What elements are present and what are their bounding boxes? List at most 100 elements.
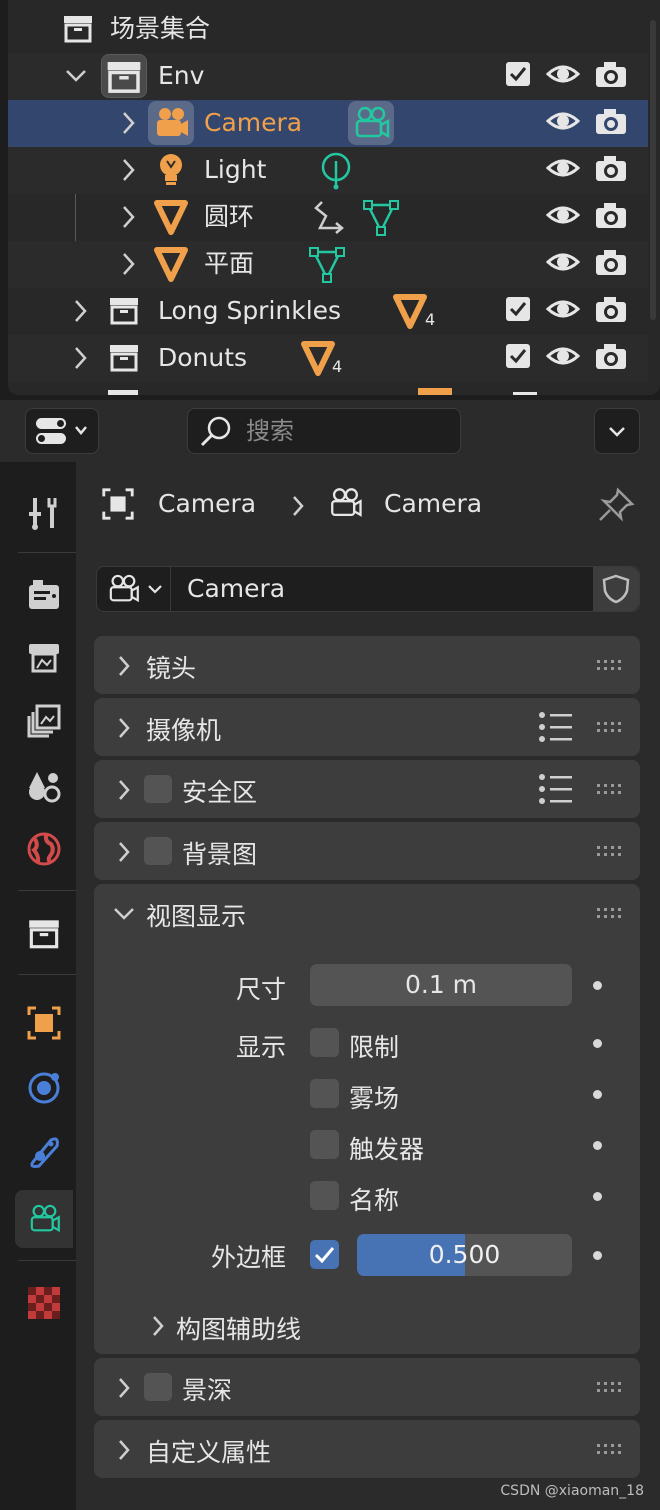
subpanel-composition-guides[interactable]: 构图辅助线 bbox=[144, 1304, 604, 1348]
modifier-icon[interactable] bbox=[312, 198, 350, 236]
limits-checkbox[interactable] bbox=[310, 1028, 339, 1057]
chevron-right-icon[interactable] bbox=[116, 157, 140, 183]
panel-background-images[interactable]: 背景图 bbox=[94, 822, 640, 880]
camera-render-icon[interactable] bbox=[594, 202, 628, 230]
checkbox-checked-icon[interactable] bbox=[505, 296, 531, 322]
drag-handle-icon[interactable] bbox=[596, 907, 624, 919]
mesh-data-icon[interactable] bbox=[308, 245, 346, 283]
tab-output[interactable] bbox=[15, 628, 73, 686]
tab-render[interactable] bbox=[15, 566, 73, 624]
chevron-right-icon[interactable] bbox=[68, 345, 92, 371]
panel-lens[interactable]: 镜头 bbox=[94, 636, 640, 694]
editor-type-button[interactable] bbox=[25, 408, 99, 454]
mist-label: 雾场 bbox=[349, 1084, 400, 1113]
mist-checkbox[interactable] bbox=[310, 1079, 339, 1108]
panel-viewport-display-header[interactable]: 视图显示 bbox=[94, 884, 640, 942]
tab-scene[interactable] bbox=[15, 756, 73, 814]
tab-physics[interactable] bbox=[15, 1058, 73, 1116]
tab-collection[interactable] bbox=[15, 904, 73, 962]
outliner-row-long-sprinkles[interactable]: Long Sprinkles 4 bbox=[8, 288, 648, 335]
keyframe-dot[interactable] bbox=[593, 1039, 602, 1048]
tab-tool[interactable] bbox=[15, 484, 73, 542]
chevron-right-icon[interactable] bbox=[116, 251, 140, 277]
outliner-row-donuts[interactable]: Donuts 4 bbox=[8, 335, 648, 382]
camera-render-icon[interactable] bbox=[594, 296, 628, 324]
keyframe-dot[interactable] bbox=[593, 1090, 602, 1099]
eye-icon[interactable] bbox=[546, 108, 580, 134]
mesh-data-icon[interactable] bbox=[362, 198, 400, 236]
options-dropdown-button[interactable] bbox=[594, 408, 640, 454]
panel-depth-of-field[interactable]: 景深 bbox=[94, 1358, 640, 1416]
presets-list-icon[interactable] bbox=[538, 773, 574, 805]
camera-render-icon[interactable] bbox=[594, 343, 628, 371]
outliner-row-env[interactable]: Env bbox=[8, 53, 648, 100]
outliner-row-camera[interactable]: Camera bbox=[8, 100, 648, 147]
keyframe-dot[interactable] bbox=[593, 1251, 602, 1260]
breadcrumb-data: Camera bbox=[384, 489, 483, 518]
dof-checkbox[interactable] bbox=[144, 1373, 172, 1401]
datablock-name-field[interactable]: Camera bbox=[187, 574, 285, 603]
name-checkbox[interactable] bbox=[310, 1181, 339, 1210]
pin-icon[interactable] bbox=[596, 486, 636, 524]
mesh-object-icon[interactable] bbox=[300, 339, 336, 377]
camera-data-icon-box[interactable] bbox=[348, 101, 394, 145]
eye-icon[interactable] bbox=[546, 155, 580, 181]
drag-handle-icon[interactable] bbox=[596, 845, 624, 857]
collection-icon bbox=[108, 390, 138, 395]
background-images-checkbox[interactable] bbox=[144, 837, 172, 865]
outliner-row-partial[interactable] bbox=[8, 382, 648, 395]
chevron-down-icon[interactable] bbox=[64, 63, 88, 89]
eye-icon[interactable] bbox=[546, 249, 580, 275]
safe-areas-checkbox[interactable] bbox=[144, 775, 172, 803]
presets-list-icon[interactable] bbox=[538, 711, 574, 743]
tab-world[interactable] bbox=[15, 820, 73, 878]
checkbox-checked-icon[interactable] bbox=[513, 392, 537, 395]
panel-custom-properties[interactable]: 自定义属性 bbox=[94, 1420, 640, 1478]
chevron-right-icon[interactable] bbox=[68, 298, 92, 324]
drag-handle-icon[interactable] bbox=[596, 659, 624, 671]
properties-tabs bbox=[0, 462, 76, 1510]
drag-handle-icon[interactable] bbox=[596, 1381, 624, 1393]
eye-icon[interactable] bbox=[546, 296, 580, 322]
tab-camera-data[interactable] bbox=[15, 1190, 73, 1248]
fake-user-button[interactable] bbox=[593, 567, 639, 611]
sensor-checkbox[interactable] bbox=[310, 1130, 339, 1159]
search-input[interactable] bbox=[246, 415, 446, 447]
panel-camera[interactable]: 摄像机 bbox=[94, 698, 640, 756]
datablock-browse-button[interactable] bbox=[97, 567, 171, 611]
outliner-row-torus[interactable]: 圆环 bbox=[8, 194, 648, 241]
camera-render-icon[interactable] bbox=[594, 155, 628, 183]
keyframe-dot[interactable] bbox=[593, 1192, 602, 1201]
chevron-right-icon[interactable] bbox=[116, 110, 140, 136]
mesh-object-icon[interactable] bbox=[392, 292, 428, 330]
camera-render-icon[interactable] bbox=[594, 249, 628, 277]
tab-texture[interactable] bbox=[15, 1274, 73, 1332]
outliner-row-plane[interactable]: 平面 bbox=[8, 241, 648, 288]
size-field[interactable]: 0.1 m bbox=[310, 964, 572, 1006]
panel-safe-areas[interactable]: 安全区 bbox=[94, 760, 640, 818]
drag-handle-icon[interactable] bbox=[596, 1443, 624, 1455]
outliner-scrollbar[interactable] bbox=[650, 20, 656, 320]
checkbox-checked-icon[interactable] bbox=[505, 343, 531, 369]
camera-render-icon[interactable] bbox=[594, 108, 628, 136]
eye-icon[interactable] bbox=[546, 61, 580, 87]
eye-icon[interactable] bbox=[546, 343, 580, 369]
passepartout-checkbox[interactable] bbox=[310, 1240, 339, 1269]
tab-view-layer[interactable] bbox=[15, 692, 73, 750]
passepartout-alpha-slider[interactable]: 0.500 bbox=[357, 1234, 572, 1276]
outliner-row-scene-collection[interactable]: 场景集合 bbox=[8, 6, 648, 53]
checkbox-checked-icon[interactable] bbox=[505, 61, 531, 87]
eye-icon[interactable] bbox=[546, 202, 580, 228]
light-data-icon[interactable] bbox=[318, 151, 354, 191]
keyframe-dot[interactable] bbox=[593, 981, 602, 990]
drag-handle-icon[interactable] bbox=[596, 783, 624, 795]
camera-render-icon[interactable] bbox=[594, 61, 628, 89]
chevron-right-icon bbox=[119, 656, 130, 676]
chevron-right-icon[interactable] bbox=[116, 204, 140, 230]
tab-object[interactable] bbox=[15, 994, 73, 1052]
outliner-row-light[interactable]: Light bbox=[8, 147, 648, 194]
keyframe-dot[interactable] bbox=[593, 1141, 602, 1150]
tab-constraints[interactable] bbox=[15, 1122, 73, 1180]
drag-handle-icon[interactable] bbox=[596, 721, 624, 733]
search-box[interactable] bbox=[187, 408, 461, 454]
